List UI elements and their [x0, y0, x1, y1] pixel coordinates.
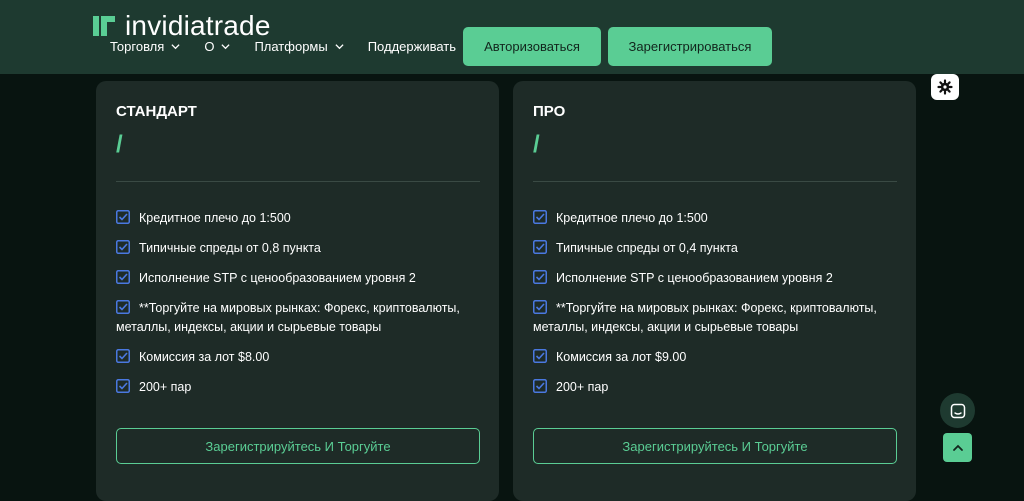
- nav-item-platforms[interactable]: Платформы: [254, 39, 344, 54]
- feature-item: Типичные спреды от 0,8 пункта: [116, 239, 480, 258]
- nav-item-about[interactable]: О: [204, 39, 231, 54]
- feature-item: Исполнение STP с ценообразованием уровня…: [116, 269, 480, 288]
- logo[interactable]: invidiatrade: [93, 12, 271, 40]
- site-header: invidiatrade Торговля О Платформы Поддер…: [0, 0, 1024, 74]
- checkbox-check-icon: [116, 300, 130, 314]
- nav-item-support[interactable]: Поддерживать: [368, 39, 456, 54]
- chevron-down-icon: [171, 44, 180, 50]
- feature-item: Исполнение STP с ценообразованием уровня…: [533, 269, 897, 288]
- chat-icon: [950, 403, 965, 418]
- plan-title: ПРО: [533, 103, 566, 120]
- main-nav: Торговля О Платформы Поддерживать: [110, 39, 480, 54]
- checkbox-check-icon: [533, 379, 547, 393]
- checkbox-check-icon: [116, 379, 130, 393]
- feature-item: Кредитное плечо до 1:500: [116, 209, 480, 228]
- nav-item-label: О: [204, 39, 215, 54]
- feature-item: **Торгуйте на мировых рынках: Форекс, кр…: [116, 300, 460, 334]
- nav-item-label: Торговля: [110, 39, 165, 54]
- plan-card-pro: ПРО / Кредитное плечо до 1:500 Типичные …: [513, 81, 916, 501]
- logo-text: invidiatrade: [125, 10, 271, 41]
- checkbox-check-icon: [116, 240, 130, 254]
- nav-item-trading[interactable]: Торговля: [110, 39, 180, 54]
- checkbox-check-icon: [116, 270, 130, 284]
- feature-list: Кредитное плечо до 1:500 Типичные спреды…: [533, 209, 897, 408]
- checkbox-check-icon: [533, 270, 547, 284]
- register-and-trade-button[interactable]: Зарегистрируйтесь И Торгуйте: [116, 428, 480, 464]
- scroll-to-top-button[interactable]: [943, 433, 972, 462]
- feature-item: Комиссия за лот $8.00: [116, 348, 480, 367]
- nav-item-label: Платформы: [254, 39, 328, 54]
- nav-item-label: Поддерживать: [367, 39, 457, 54]
- chat-button[interactable]: [940, 393, 975, 428]
- chevron-up-icon: [952, 444, 963, 451]
- plan-card-standard: СТАНДАРТ / Кредитное плечо до 1:500 Типи…: [96, 81, 499, 501]
- feature-item: Кредитное плечо до 1:500: [533, 209, 897, 228]
- feature-item: 200+ пар: [116, 378, 480, 397]
- plan-title: СТАНДАРТ: [116, 103, 197, 120]
- checkbox-check-icon: [116, 349, 130, 363]
- checkbox-check-icon: [533, 210, 547, 224]
- register-and-trade-button[interactable]: Зарегистрируйтесь И Торгуйте: [533, 428, 897, 464]
- checkbox-check-icon: [533, 240, 547, 254]
- checkbox-check-icon: [533, 349, 547, 363]
- feature-item: 200+ пар: [533, 378, 897, 397]
- checkbox-check-icon: [533, 300, 547, 314]
- divider: [116, 181, 480, 182]
- checkbox-check-icon: [116, 210, 130, 224]
- theme-toggle-button[interactable]: [931, 74, 959, 100]
- plan-price: /: [533, 131, 540, 158]
- feature-list: Кредитное плечо до 1:500 Типичные спреды…: [116, 209, 480, 408]
- register-button[interactable]: Зарегистрироваться: [608, 27, 772, 66]
- feature-item: Комиссия за лот $9.00: [533, 348, 897, 367]
- chevron-down-icon: [335, 44, 344, 50]
- gear-icon: [937, 79, 953, 95]
- login-button[interactable]: Авторизоваться: [463, 27, 601, 66]
- plan-price: /: [116, 131, 123, 158]
- logo-mark-icon: [93, 16, 115, 36]
- chevron-down-icon: [221, 44, 231, 50]
- divider: [533, 181, 897, 182]
- feature-item: Типичные спреды от 0,4 пункта: [533, 239, 897, 258]
- feature-item: **Торгуйте на мировых рынках: Форекс, кр…: [533, 300, 877, 334]
